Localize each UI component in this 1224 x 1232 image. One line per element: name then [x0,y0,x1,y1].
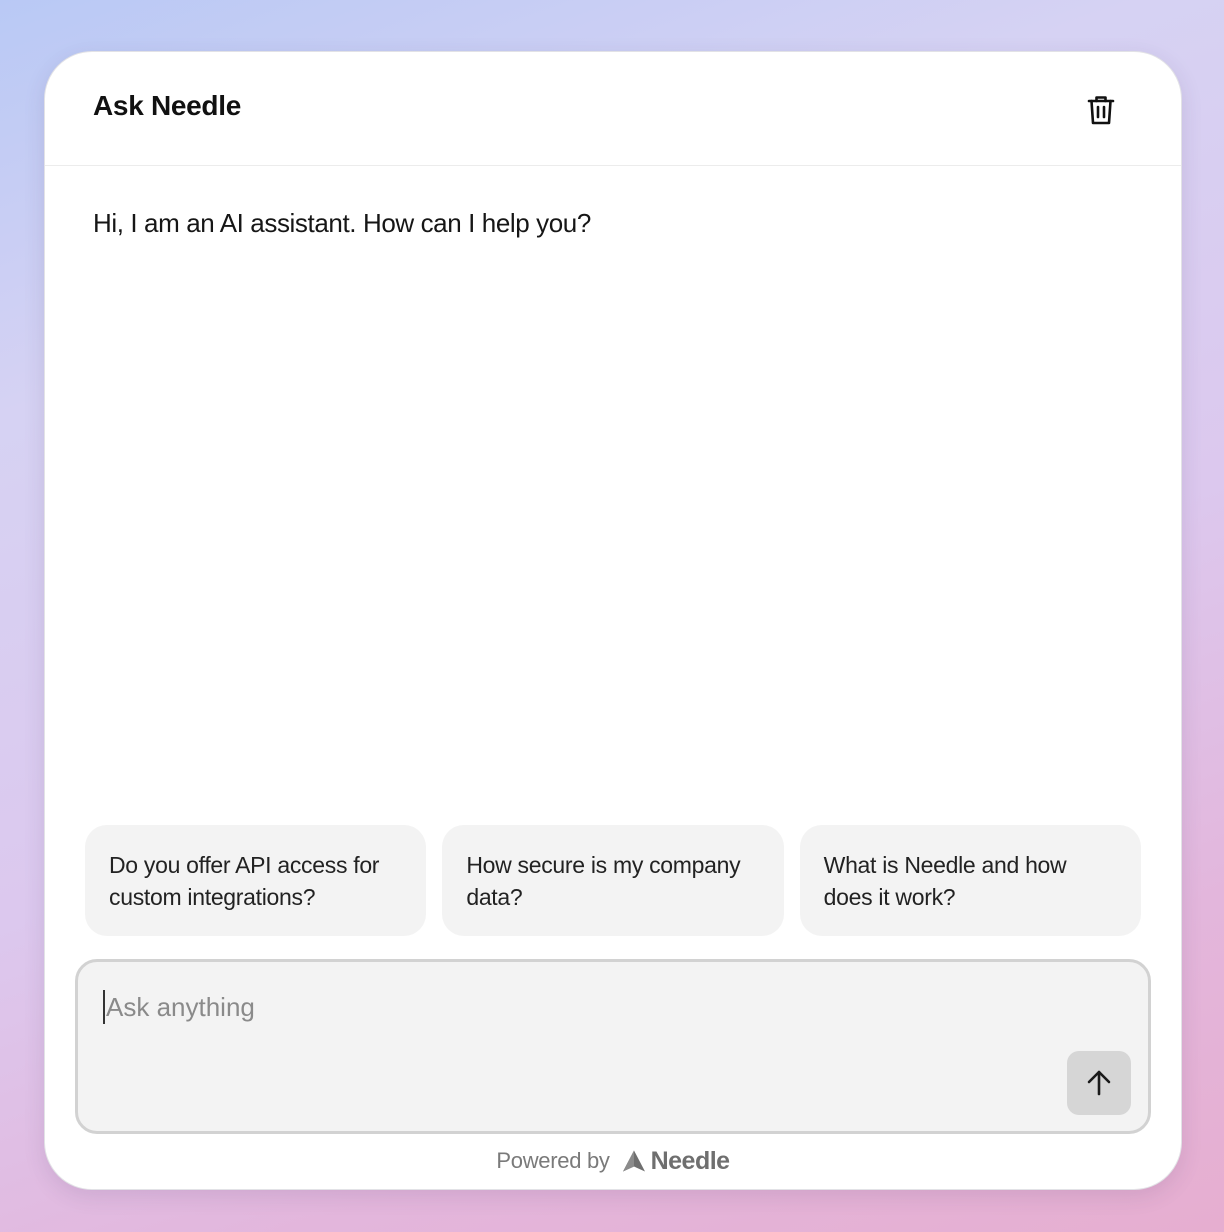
suggestion-chip[interactable]: What is Needle and how does it work? [799,825,1141,936]
brand-name: Needle [650,1146,730,1175]
chat-title: Ask Needle [93,90,241,121]
chat-header: Ask Needle [45,52,1181,166]
send-button[interactable] [1067,1051,1131,1115]
suggestion-list: Do you offer API access for custom integ… [85,825,1141,936]
powered-by-footer: Powered by Needle [45,1144,1181,1178]
message-composer [75,959,1151,1134]
suggestion-chip[interactable]: Do you offer API access for custom integ… [85,825,427,936]
message-input[interactable] [103,990,1006,1024]
powered-by-label: Powered by [496,1148,610,1173]
arrow-up-icon [1087,1070,1111,1096]
needle-logo-icon [622,1150,645,1172]
suggestion-chip[interactable]: How secure is my company data? [442,825,784,936]
trash-icon [1087,96,1115,125]
needle-brand-link[interactable]: Needle [622,1147,730,1176]
clear-chat-button[interactable] [1081,90,1121,130]
chat-widget: Ask Needle Hi, I am an AI assistant. How… [44,51,1182,1190]
assistant-message: Hi, I am an AI assistant. How can I help… [93,208,591,238]
